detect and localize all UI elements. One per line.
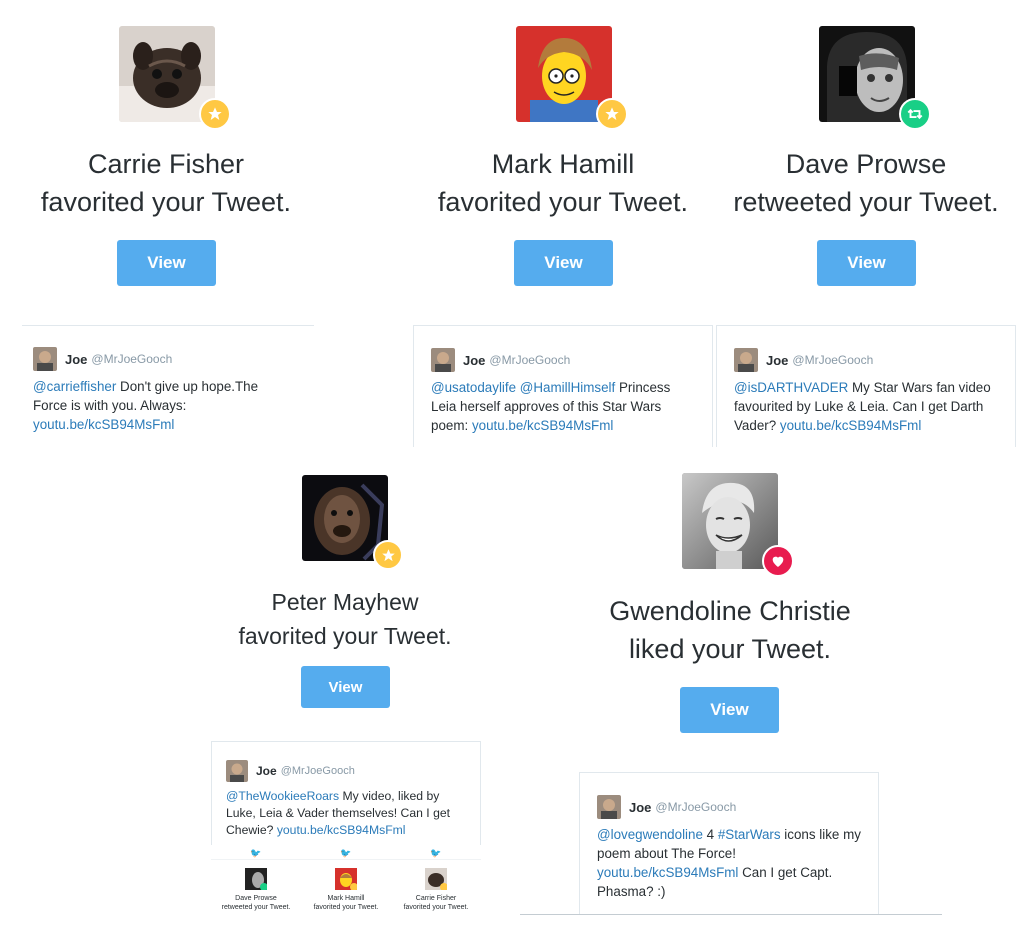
author-handle[interactable]: @MrJoeGooch	[792, 353, 873, 367]
notification-action: favorited your Tweet.	[238, 623, 452, 649]
tweet-text: @isDARTHVADER My Star Wars fan video fav…	[734, 380, 991, 433]
author-handle[interactable]: @MrJoeGooch	[655, 800, 736, 814]
view-button[interactable]: View	[301, 666, 390, 708]
user-name: Gwendoline Christie	[609, 596, 851, 626]
mini-notifications-strip: 🐦 Dave Prowse retweeted your Tweet. 🐦 Ma…	[211, 845, 481, 920]
author-name[interactable]: Joe	[766, 353, 788, 368]
twitter-bird-icon: 🐦	[340, 848, 352, 858]
notification-action: favorited your Tweet.	[40, 187, 292, 217]
tweet-card[interactable]: Joe @MrJoeGooch @carrieffisher Don't giv…	[20, 327, 314, 437]
mention-link[interactable]: @usatodaylife	[431, 380, 516, 395]
tweet-card[interactable]: Joe @MrJoeGooch @TheWookieeRoars My vide…	[211, 741, 481, 857]
author-name[interactable]: Joe	[256, 764, 277, 778]
author-handle[interactable]: @MrJoeGooch	[91, 352, 172, 366]
star-icon	[373, 540, 403, 570]
hashtag-link[interactable]: #StarWars	[718, 827, 781, 842]
tweet-card[interactable]: Joe @MrJoeGooch @usatodaylife @HamillHim…	[413, 325, 713, 447]
mention-link[interactable]: @TheWookieeRoars	[226, 789, 339, 803]
mention-link[interactable]: @lovegwendoline	[597, 827, 703, 842]
author-name[interactable]: Joe	[629, 800, 651, 815]
mini-avatar-dog	[425, 868, 447, 890]
mini-notification[interactable]: 🐦 Carrie Fisher favorited your Tweet.	[391, 849, 481, 912]
twitter-bird-icon: 🐦	[250, 848, 262, 858]
divider	[22, 325, 314, 326]
view-button[interactable]: View	[680, 687, 779, 733]
author-name[interactable]: Joe	[65, 352, 87, 367]
video-link[interactable]: youtu.be/kcSB94MsFml	[277, 823, 406, 837]
video-link[interactable]: youtu.be/kcSB94MsFml	[780, 418, 921, 433]
mini-notification[interactable]: 🐦 Mark Hamill favorited your Tweet.	[301, 849, 391, 912]
joe-avatar[interactable]	[597, 795, 621, 819]
joe-avatar[interactable]	[431, 348, 455, 372]
video-link[interactable]: youtu.be/kcSB94MsFml	[597, 865, 738, 880]
notification-action: retweeted your Tweet.	[733, 187, 999, 217]
author-name[interactable]: Joe	[463, 353, 485, 368]
retweet-icon	[899, 98, 931, 130]
notification-action: favorited your Tweet.	[437, 187, 689, 217]
tweet-text: @usatodaylife @HamillHimself Princess Le…	[431, 380, 671, 433]
view-button[interactable]: View	[514, 240, 613, 286]
star-icon	[199, 98, 231, 130]
user-name: Carrie Fisher	[87, 149, 245, 179]
joe-avatar[interactable]	[226, 760, 248, 782]
mini-notification[interactable]: 🐦 Dave Prowse retweeted your Tweet.	[211, 849, 301, 912]
video-link[interactable]: youtu.be/kcSB94MsFml	[33, 417, 174, 432]
divider	[520, 914, 942, 915]
view-button[interactable]: View	[817, 240, 916, 286]
joe-avatar[interactable]	[734, 348, 758, 372]
user-name: Mark Hamill	[491, 149, 635, 179]
tweet-text: @carrieffisher Don't give up hope.The Fo…	[33, 379, 259, 432]
star-icon	[596, 98, 628, 130]
user-name: Peter Mayhew	[271, 589, 419, 615]
tweet-card[interactable]: Joe @MrJoeGooch @isDARTHVADER My Star Wa…	[716, 325, 1016, 447]
author-handle[interactable]: @MrJoeGooch	[281, 765, 355, 777]
video-link[interactable]: youtu.be/kcSB94MsFml	[472, 418, 613, 433]
twitter-bird-icon: 🐦	[430, 848, 442, 858]
tweet-text: @TheWookieeRoars My video, liked by Luke…	[226, 789, 451, 837]
user-name: Dave Prowse	[785, 149, 947, 179]
mention-link[interactable]: @isDARTHVADER	[734, 380, 848, 395]
mini-avatar-vader	[245, 868, 267, 890]
mention-link[interactable]: @carrieffisher	[33, 379, 116, 394]
mention-link-2[interactable]: @HamillHimself	[520, 380, 615, 395]
notification-action: liked your Tweet.	[628, 634, 832, 664]
tweet-text: @lovegwendoline 4 #StarWars icons like m…	[597, 827, 861, 899]
view-button[interactable]: View	[117, 240, 216, 286]
mini-avatar-luke	[335, 868, 357, 890]
tweet-card[interactable]: Joe @MrJoeGooch @lovegwendoline 4 #StarW…	[579, 772, 879, 914]
author-handle[interactable]: @MrJoeGooch	[489, 353, 570, 367]
joe-avatar[interactable]	[33, 347, 57, 371]
heart-icon	[762, 545, 794, 577]
